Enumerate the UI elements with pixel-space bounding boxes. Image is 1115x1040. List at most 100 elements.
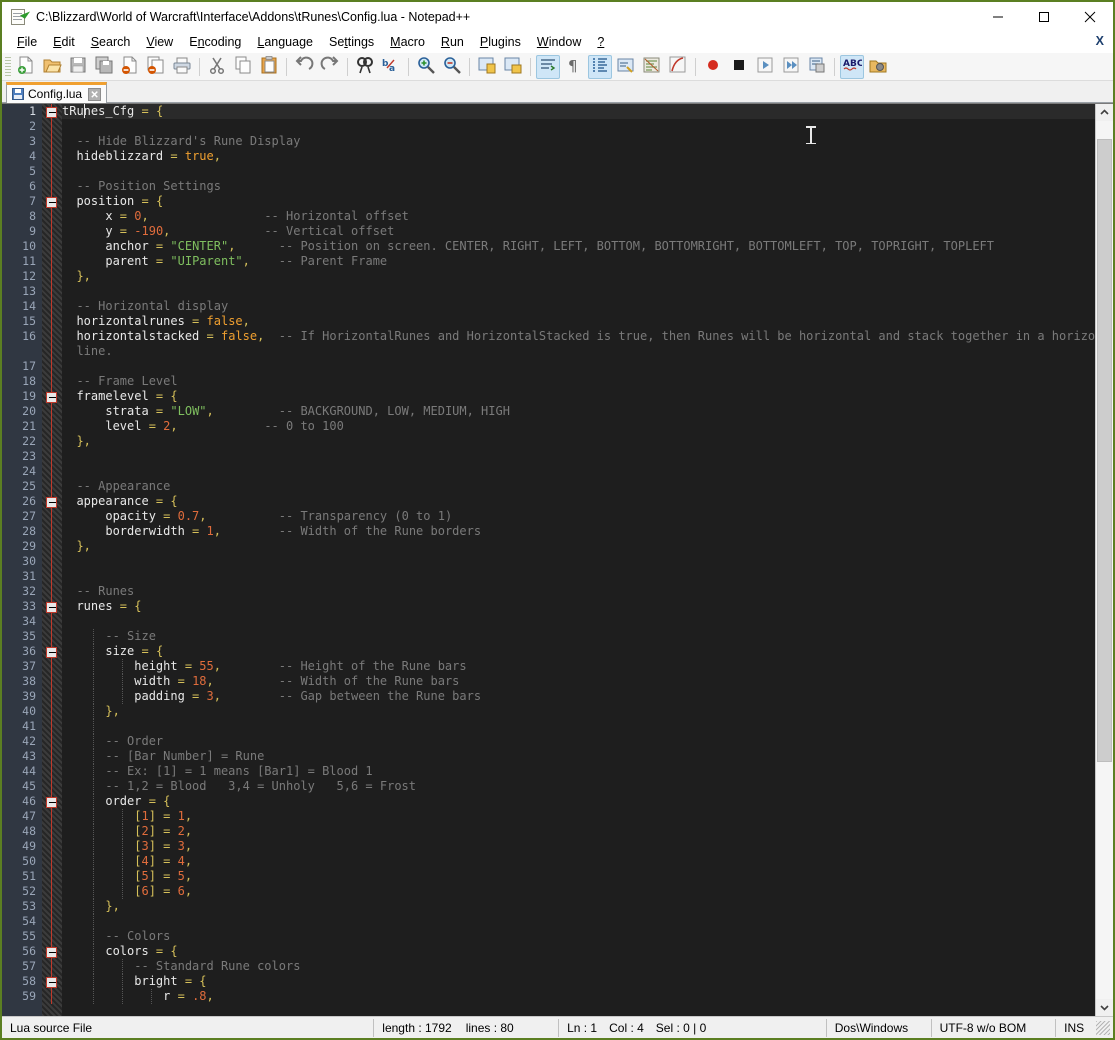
fold-toggle[interactable]	[42, 389, 62, 404]
editor[interactable]: 1 2 3 4 5 6 7 8 9 10 11 12 13 14 15 16 17 18 19 20 21 22 23 24 2…	[2, 104, 1095, 1016]
code-line[interactable]: tRunes_Cfg = {	[62, 104, 1095, 119]
fold-collapse-icon[interactable]	[46, 602, 57, 613]
menu-item-search[interactable]: Search	[83, 33, 139, 51]
fold-toggle[interactable]	[42, 494, 62, 509]
resize-grip[interactable]	[1096, 1020, 1110, 1035]
zoom-out-button[interactable]	[440, 55, 464, 79]
code-line[interactable]: -- 1,2 = Blood 3,4 = Unholy 5,6 = Frost	[62, 779, 1095, 794]
code-line[interactable]	[62, 914, 1095, 929]
code-line[interactable]: -- Hide Blizzard's Rune Display	[62, 134, 1095, 149]
document-tab[interactable]: Config.lua ✕	[6, 82, 108, 103]
code-line[interactable]: [1] = 1,	[62, 809, 1095, 824]
code-line[interactable]: -- [Bar Number] = Rune	[62, 749, 1095, 764]
show-indent-guide-button[interactable]	[588, 54, 612, 79]
code-line[interactable]: },	[62, 539, 1095, 554]
code-line[interactable]: y = -190, -- Vertical offset	[62, 224, 1095, 239]
code-line[interactable]	[62, 569, 1095, 584]
code-line[interactable]: [3] = 3,	[62, 839, 1095, 854]
code-line[interactable]: framelevel = {	[62, 389, 1095, 404]
menu-item-edit[interactable]: Edit	[45, 33, 83, 51]
print-button[interactable]	[170, 55, 194, 79]
scrollbar-thumb[interactable]	[1097, 138, 1112, 762]
document-map-button[interactable]	[640, 55, 664, 79]
close-all-button[interactable]	[144, 55, 168, 79]
run-button[interactable]	[866, 55, 890, 79]
code-line[interactable]: -- Colors	[62, 929, 1095, 944]
code-line[interactable]: -- Order	[62, 734, 1095, 749]
fold-toggle[interactable]	[42, 104, 62, 119]
code-line[interactable]	[62, 614, 1095, 629]
vertical-scrollbar[interactable]	[1095, 104, 1113, 1016]
fold-toggle[interactable]	[42, 599, 62, 614]
word-wrap-button[interactable]	[536, 54, 560, 79]
code-line[interactable]: -- Horizontal display	[62, 299, 1095, 314]
sync-vertical-scroll-button[interactable]	[475, 55, 499, 79]
fold-toggle[interactable]	[42, 194, 62, 209]
stop-recording-button[interactable]	[727, 55, 751, 79]
code-line[interactable]: r = .8,	[62, 989, 1095, 1004]
code-line[interactable]: position = {	[62, 194, 1095, 209]
menu-item-plugins[interactable]: Plugins	[472, 33, 529, 51]
close-file-button[interactable]	[118, 55, 142, 79]
run-macro-multiple-button[interactable]	[779, 55, 803, 79]
code-line[interactable]: bright = {	[62, 974, 1095, 989]
code-line[interactable]	[62, 449, 1095, 464]
save-all-button[interactable]	[92, 55, 116, 79]
code-line[interactable]: hideblizzard = true,	[62, 149, 1095, 164]
close-document-button[interactable]: X	[1096, 34, 1104, 48]
minimize-button[interactable]	[975, 2, 1021, 31]
code-line[interactable]: colors = {	[62, 944, 1095, 959]
code-line[interactable]: order = {	[62, 794, 1095, 809]
code-line[interactable]: [4] = 4,	[62, 854, 1095, 869]
function-list-button[interactable]	[666, 55, 690, 79]
status-encoding[interactable]: UTF-8 w/o BOM	[932, 1017, 1056, 1039]
code-line[interactable]: [2] = 2,	[62, 824, 1095, 839]
menu-item-run[interactable]: Run	[433, 33, 472, 51]
menu-item-file[interactable]: File	[9, 33, 45, 51]
menu-item-view[interactable]: View	[138, 33, 181, 51]
find-button[interactable]	[353, 55, 377, 79]
code-line[interactable]: -- Position Settings	[62, 179, 1095, 194]
scroll-down-button[interactable]	[1096, 999, 1113, 1016]
new-file-button[interactable]	[14, 55, 38, 79]
code-line[interactable]: },	[62, 899, 1095, 914]
menu-item-window[interactable]: Window	[529, 33, 589, 51]
code-line[interactable]	[62, 284, 1095, 299]
fold-margin[interactable]	[42, 104, 62, 1016]
code-line[interactable]: runes = {	[62, 599, 1095, 614]
fold-toggle[interactable]	[42, 974, 62, 989]
code-line[interactable]: level = 2, -- 0 to 100	[62, 419, 1095, 434]
code-line[interactable]	[62, 719, 1095, 734]
code-line[interactable]	[62, 464, 1095, 479]
open-file-button[interactable]	[40, 55, 64, 79]
fold-collapse-icon[interactable]	[46, 977, 57, 988]
menu-item-macro[interactable]: Macro	[382, 33, 433, 51]
code-line[interactable]: -- Size	[62, 629, 1095, 644]
code-line[interactable]: borderwidth = 1, -- Width of the Rune bo…	[62, 524, 1095, 539]
menu-item-encoding[interactable]: Encoding	[181, 33, 249, 51]
code-line[interactable]: -- Standard Rune colors	[62, 959, 1095, 974]
fold-toggle[interactable]	[42, 944, 62, 959]
status-eol-format[interactable]: Dos\Windows	[827, 1017, 931, 1039]
code-line[interactable]: width = 18, -- Width of the Rune bars	[62, 674, 1095, 689]
redo-button[interactable]	[318, 55, 342, 79]
sync-horizontal-scroll-button[interactable]	[501, 55, 525, 79]
paste-button[interactable]	[257, 55, 281, 79]
code-line[interactable]: padding = 3, -- Gap between the Rune bar…	[62, 689, 1095, 704]
save-file-button[interactable]	[66, 55, 90, 79]
code-view[interactable]: tRunes_Cfg = { -- Hide Blizzard's Rune D…	[62, 104, 1095, 1016]
code-line[interactable]: height = 55, -- Height of the Rune bars	[62, 659, 1095, 674]
code-line[interactable]: anchor = "CENTER", -- Position on screen…	[62, 239, 1095, 254]
code-line-wrapped[interactable]: line.	[62, 344, 1095, 359]
code-line[interactable]: -- Ex: [1] = 1 means [Bar1] = Blood 1	[62, 764, 1095, 779]
menu-item-settings[interactable]: Settings	[321, 33, 382, 51]
show-all-characters-button[interactable]: ¶	[562, 55, 586, 79]
fold-collapse-icon[interactable]	[46, 497, 57, 508]
spell-check-button[interactable]: ABC	[840, 54, 864, 79]
code-line[interactable]	[62, 119, 1095, 134]
code-line[interactable]	[62, 359, 1095, 374]
code-line[interactable]: [5] = 5,	[62, 869, 1095, 884]
fold-collapse-icon[interactable]	[46, 392, 57, 403]
cut-button[interactable]	[205, 55, 229, 79]
tab-close-button[interactable]: ✕	[88, 87, 102, 101]
